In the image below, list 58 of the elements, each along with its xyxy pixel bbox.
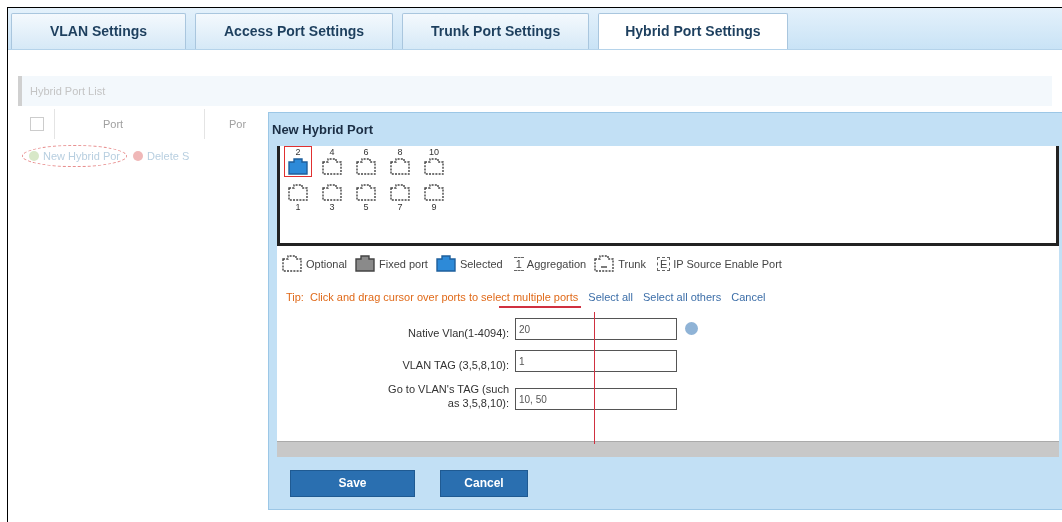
legend-label: Trunk bbox=[618, 256, 646, 272]
port[interactable]: 2 bbox=[284, 146, 312, 177]
horizontal-scrollbar[interactable] bbox=[277, 441, 1059, 457]
port-icon bbox=[423, 184, 445, 202]
port-icon bbox=[355, 158, 377, 176]
port[interactable]: 5 bbox=[352, 183, 380, 214]
port-icon bbox=[389, 184, 411, 202]
port-icon bbox=[287, 158, 309, 176]
port[interactable]: 7 bbox=[386, 183, 414, 214]
port[interactable]: 6 bbox=[352, 146, 380, 177]
legend-glyph: 1 bbox=[513, 257, 524, 271]
field-label: VLAN TAG (3,5,8,10): bbox=[401, 358, 509, 372]
port-icon bbox=[321, 184, 343, 202]
port-icon bbox=[593, 255, 616, 273]
port-icon bbox=[321, 158, 343, 176]
port-icon bbox=[281, 255, 303, 273]
input-field[interactable]: 20 bbox=[515, 318, 677, 340]
port[interactable]: 1 bbox=[284, 183, 312, 214]
tip-label: Tip: bbox=[286, 289, 304, 305]
info-icon[interactable] bbox=[685, 322, 698, 335]
cancel-button[interactable]: Cancel bbox=[440, 469, 528, 497]
port-icon bbox=[389, 158, 411, 176]
legend-label: Fixed port bbox=[379, 256, 428, 272]
tab[interactable]: Access Port Settings bbox=[195, 13, 394, 49]
port-icon bbox=[434, 255, 457, 273]
port[interactable]: 9 bbox=[420, 183, 448, 214]
tab[interactable]: Hybrid Port Settings bbox=[598, 13, 788, 49]
dialog-title: New Hybrid Port bbox=[272, 120, 374, 139]
input-field[interactable]: 1 bbox=[515, 350, 677, 372]
port[interactable]: 10 bbox=[420, 146, 448, 177]
link[interactable]: Select all others bbox=[642, 288, 722, 306]
legend-label: Optional bbox=[306, 256, 347, 272]
delete-icon bbox=[133, 151, 144, 161]
legend-label: Selected bbox=[459, 256, 503, 272]
tab[interactable]: VLAN Settings bbox=[11, 13, 186, 49]
checkbox[interactable] bbox=[30, 117, 44, 131]
column-header: Port bbox=[54, 109, 194, 139]
tip-text: Click and drag cursor over ports to select multiple ports bbox=[309, 289, 579, 305]
tab[interactable]: Trunk Port Settings bbox=[402, 13, 590, 49]
port[interactable]: 3 bbox=[318, 183, 346, 214]
port[interactable]: 8 bbox=[386, 146, 414, 177]
field-label: Go to VLAN's TAG (such as 3,5,8,10): bbox=[387, 382, 509, 410]
add-icon bbox=[29, 151, 39, 161]
legend-label: IP Source Enable Port bbox=[673, 256, 782, 272]
port-icon bbox=[354, 255, 376, 273]
legend-label: Aggregation bbox=[526, 256, 587, 272]
list-title: Hybrid Port List bbox=[30, 83, 106, 99]
port-icon bbox=[423, 158, 445, 176]
input-field[interactable]: 10, 50 bbox=[515, 388, 677, 410]
port-icon bbox=[287, 184, 309, 202]
link[interactable]: Cancel bbox=[731, 288, 766, 306]
link[interactable]: Select all bbox=[588, 288, 633, 306]
field-label: Native Vlan(1-4094): bbox=[407, 326, 509, 340]
port[interactable]: 4 bbox=[318, 146, 346, 177]
port-icon bbox=[355, 184, 377, 202]
column-header: Por bbox=[204, 109, 247, 139]
legend-glyph: E bbox=[656, 257, 671, 271]
save-button[interactable]: Save bbox=[290, 469, 415, 497]
